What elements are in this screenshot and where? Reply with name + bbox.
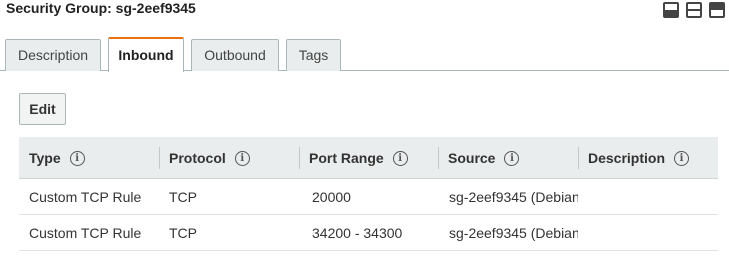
info-icon[interactable]: i: [69, 150, 85, 166]
column-header-label: Protocol: [169, 150, 226, 166]
tab-inbound[interactable]: Inbound: [108, 37, 184, 72]
cell-source: sg-2eef9345 (Debian: [449, 189, 578, 205]
table-row[interactable]: Custom TCP Rule TCP 34200 - 34300 sg-2ee…: [19, 215, 718, 251]
tab-bar: Description Inbound Outbound Tags: [0, 37, 729, 72]
info-icon[interactable]: i: [234, 150, 250, 166]
cell-port-range: 34200 - 34300: [312, 225, 403, 241]
info-icon[interactable]: i: [674, 150, 690, 166]
cell-protocol: TCP: [169, 189, 197, 205]
cell-description: [578, 179, 718, 215]
cell-type: Custom TCP Rule: [29, 189, 142, 205]
cell-source: sg-2eef9345 (Debian: [449, 225, 578, 241]
tab-outbound[interactable]: Outbound: [191, 39, 279, 71]
column-header-label: Source: [448, 150, 496, 166]
column-header-port-range[interactable]: Port Range i: [299, 137, 438, 179]
column-header-source[interactable]: Source i: [438, 137, 578, 179]
cell-port-range: 20000: [312, 189, 351, 205]
column-header-label: Port Range: [309, 150, 384, 166]
column-divider[interactable]: [578, 147, 579, 169]
security-group-panel: Security Group: sg-2eef9345 Description …: [0, 0, 729, 262]
page-title: Security Group: sg-2eef9345: [6, 0, 196, 16]
column-divider[interactable]: [438, 147, 439, 169]
panel-top-icon[interactable]: [709, 2, 725, 18]
inbound-rules-table: Type i Protocol i Port Range i Source i …: [19, 137, 718, 251]
panel-layout-controls: [663, 2, 725, 18]
column-header-label: Type: [29, 150, 61, 166]
column-divider[interactable]: [159, 147, 160, 169]
cell-protocol: TCP: [169, 225, 197, 241]
info-icon[interactable]: i: [392, 150, 408, 166]
column-header-description[interactable]: Description i: [578, 137, 718, 179]
column-header-protocol[interactable]: Protocol i: [159, 137, 299, 179]
edit-button[interactable]: Edit: [19, 93, 66, 125]
panel-split-icon[interactable]: [686, 2, 702, 18]
column-divider[interactable]: [299, 147, 300, 169]
panel-bottom-icon[interactable]: [663, 2, 679, 18]
panel-header: Security Group: sg-2eef9345: [0, 0, 729, 22]
tab-tags[interactable]: Tags: [286, 39, 341, 71]
cell-type: Custom TCP Rule: [29, 225, 142, 241]
cell-description: [578, 215, 718, 251]
table-header: Type i Protocol i Port Range i Source i …: [19, 137, 718, 179]
column-header-label: Description: [588, 150, 666, 166]
column-header-type[interactable]: Type i: [19, 137, 159, 179]
tab-description[interactable]: Description: [5, 39, 101, 71]
info-icon[interactable]: i: [504, 150, 520, 166]
table-row[interactable]: Custom TCP Rule TCP 20000 sg-2eef9345 (D…: [19, 179, 718, 215]
